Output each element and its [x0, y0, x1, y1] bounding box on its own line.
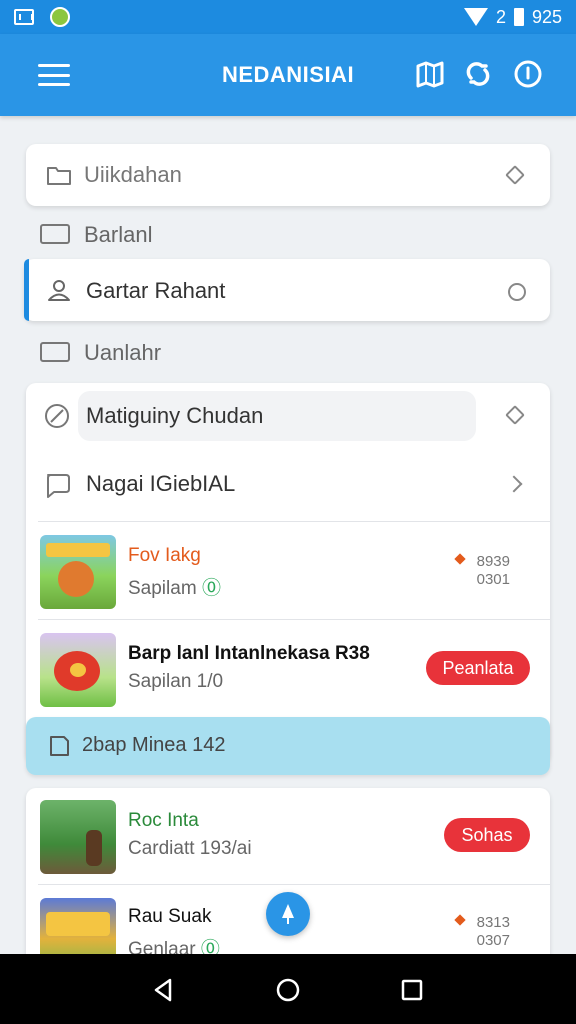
game-subtitle: Sapilam ⓪ [128, 578, 221, 599]
chevron-right-icon[interactable] [505, 475, 523, 493]
notification-app-icon-2 [50, 7, 70, 27]
active-indicator [24, 259, 29, 321]
back-icon[interactable] [150, 976, 178, 1004]
card-icon [40, 224, 70, 244]
pill-item-label[interactable]: Matiguiny Chudan [86, 403, 263, 429]
notification-app-icon [14, 9, 34, 25]
game-title: Rau Suak [128, 906, 212, 927]
game-thumbnail [40, 633, 116, 707]
diamond-icon[interactable] [508, 283, 526, 301]
game-title: Roc Inta [128, 810, 199, 831]
game-subtitle: Cardiatt 193/ai [128, 838, 252, 859]
map-book-icon[interactable] [414, 58, 446, 90]
diamond-icon[interactable] [505, 165, 525, 185]
app-bar: NEDANISIAI [0, 34, 576, 116]
battery-icon [513, 8, 524, 26]
sync-icon[interactable] [462, 58, 494, 90]
highlight-row[interactable]: 2bap Minea 142 [26, 717, 550, 775]
highlight-label: 2bap Minea 142 [82, 734, 226, 756]
diamond-icon[interactable] [505, 405, 525, 425]
section-label-1: Barlanl [84, 222, 153, 247]
chat-icon [47, 474, 70, 498]
game-title: Barp lanl Intanlnekasa R38 [128, 643, 370, 664]
game-title: Fov Iakg [128, 545, 201, 566]
badge-icon: ⓪ [201, 578, 221, 599]
wifi-icon [463, 8, 488, 26]
folder-icon [47, 167, 71, 185]
info-icon[interactable] [512, 58, 544, 90]
search-label: Uiikdahan [84, 162, 182, 187]
recents-icon[interactable] [398, 976, 426, 1004]
content-list-card: Matiguiny Chudan Nagai IGiebIAL Fov Iakg… [26, 383, 550, 763]
action-button[interactable]: Sohas [444, 818, 530, 852]
game-subtitle: Sapilan 1/0 [128, 671, 224, 692]
system-nav-bar [0, 954, 576, 1024]
list-item[interactable]: Barp lanl Intanlnekasa R38 Sapilan 1/0 P… [26, 619, 550, 719]
status-time: 925 [531, 6, 562, 27]
active-list-item[interactable]: Gartar Rahant [24, 259, 550, 321]
leaf-icon [45, 404, 69, 428]
game-thumbnail [40, 800, 116, 874]
fab-button[interactable] [266, 892, 310, 936]
card-icon [50, 736, 69, 756]
user-icon [48, 280, 70, 301]
home-icon[interactable] [274, 976, 302, 1004]
section-label-2: Uanlahr [84, 340, 162, 365]
search-row[interactable]: Uiikdahan [26, 144, 550, 206]
nav-item-label[interactable]: Nagai IGiebIAL [86, 471, 235, 497]
signal-text: 2 [495, 6, 506, 27]
status-bar: 2 925 [0, 0, 576, 34]
list-item[interactable]: Fov Iakg Sapilam ⓪ 8939 0301 [26, 521, 550, 619]
action-button[interactable]: Peanlata [426, 651, 530, 685]
card-icon [40, 342, 70, 362]
pin-icon [282, 904, 294, 924]
active-item-label: Gartar Rahant [86, 278, 226, 303]
list-item[interactable]: Roc Inta Cardiatt 193/ai Sohas [26, 788, 550, 884]
game-thumbnail [40, 535, 116, 609]
